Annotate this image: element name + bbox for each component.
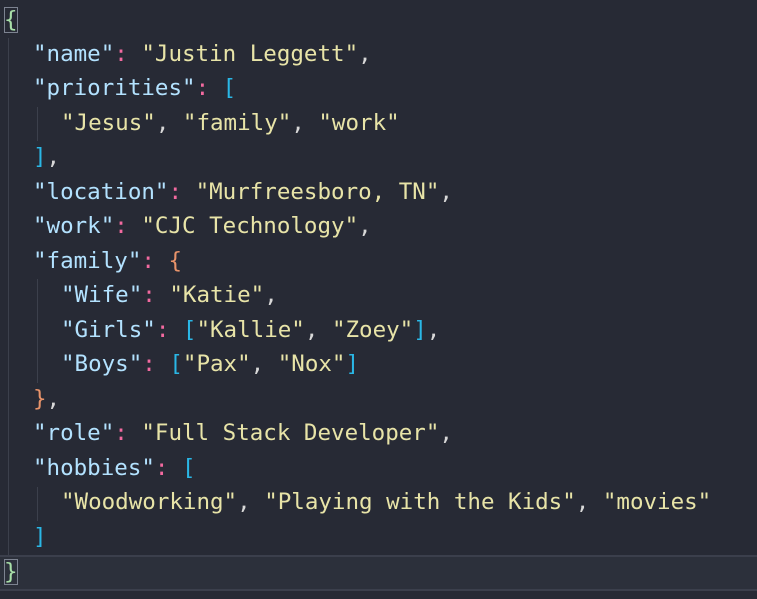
json-string: "Pax" <box>182 351 251 377</box>
active-line-highlight <box>0 555 757 591</box>
code-line: }, <box>33 386 61 412</box>
json-string: "Jesus" <box>61 110 156 136</box>
code-line: "hobbies": [ <box>33 455 196 481</box>
json-string: "family" <box>182 110 292 136</box>
indent-guide <box>8 38 9 556</box>
json-string: "Murfreesboro, TN" <box>195 179 440 205</box>
json-key: "work" <box>33 213 115 239</box>
close-brace: } <box>4 559 18 585</box>
code-line: "priorities": [ <box>33 75 237 101</box>
json-string: "Nox" <box>277 351 346 377</box>
code-line: "Wife": "Katie", <box>61 282 278 308</box>
json-string: "Full Stack Developer" <box>141 420 440 446</box>
json-key: "Boys" <box>61 351 143 377</box>
code-line: "work": "CJC Technology", <box>33 213 372 239</box>
code-line: ] <box>33 524 47 550</box>
indent-guide <box>37 279 38 383</box>
open-brace: { <box>4 7 18 33</box>
indent-guide <box>37 487 38 521</box>
json-key: "location" <box>33 179 169 205</box>
code-line: "family": { <box>33 248 183 274</box>
json-string: "Kallie" <box>196 317 305 343</box>
json-key: "Girls" <box>61 317 156 343</box>
indent-guide <box>37 107 38 141</box>
json-key: "Wife" <box>61 282 143 308</box>
code-line: "location": "Murfreesboro, TN", <box>33 179 453 205</box>
json-string: "Justin Leggett" <box>141 41 359 67</box>
code-line: ], <box>33 144 61 170</box>
json-key: "hobbies" <box>33 455 155 481</box>
json-string: "work" <box>318 110 400 136</box>
json-string: "Zoey" <box>331 317 414 343</box>
code-line: "Girls": ["Kallie", "Zoey"], <box>61 317 441 343</box>
json-string: "Woodworking" <box>61 489 238 515</box>
json-string: "movies" <box>602 489 712 515</box>
code-line: "Jesus", "family", "work" <box>61 110 400 136</box>
code-line: "Woodworking", "Playing with the Kids", … <box>61 489 712 515</box>
code-line: "name": "Justin Leggett", <box>33 41 372 67</box>
json-key: "name" <box>33 41 115 67</box>
code-line: } <box>4 555 18 589</box>
json-string: "Katie" <box>169 282 265 308</box>
json-key: "role" <box>33 420 115 446</box>
code-line: "Boys": ["Pax", "Nox"] <box>61 351 360 377</box>
json-key: "family" <box>33 248 142 274</box>
code-line: "role": "Full Stack Developer", <box>33 420 453 446</box>
json-string: "Playing with the Kids" <box>264 489 576 515</box>
code-editor[interactable]: { "name": "Justin Leggett", "priorities"… <box>0 0 757 599</box>
json-string: "CJC Technology" <box>141 213 359 239</box>
code-line: { <box>4 3 18 37</box>
json-key: "priorities" <box>33 75 196 101</box>
